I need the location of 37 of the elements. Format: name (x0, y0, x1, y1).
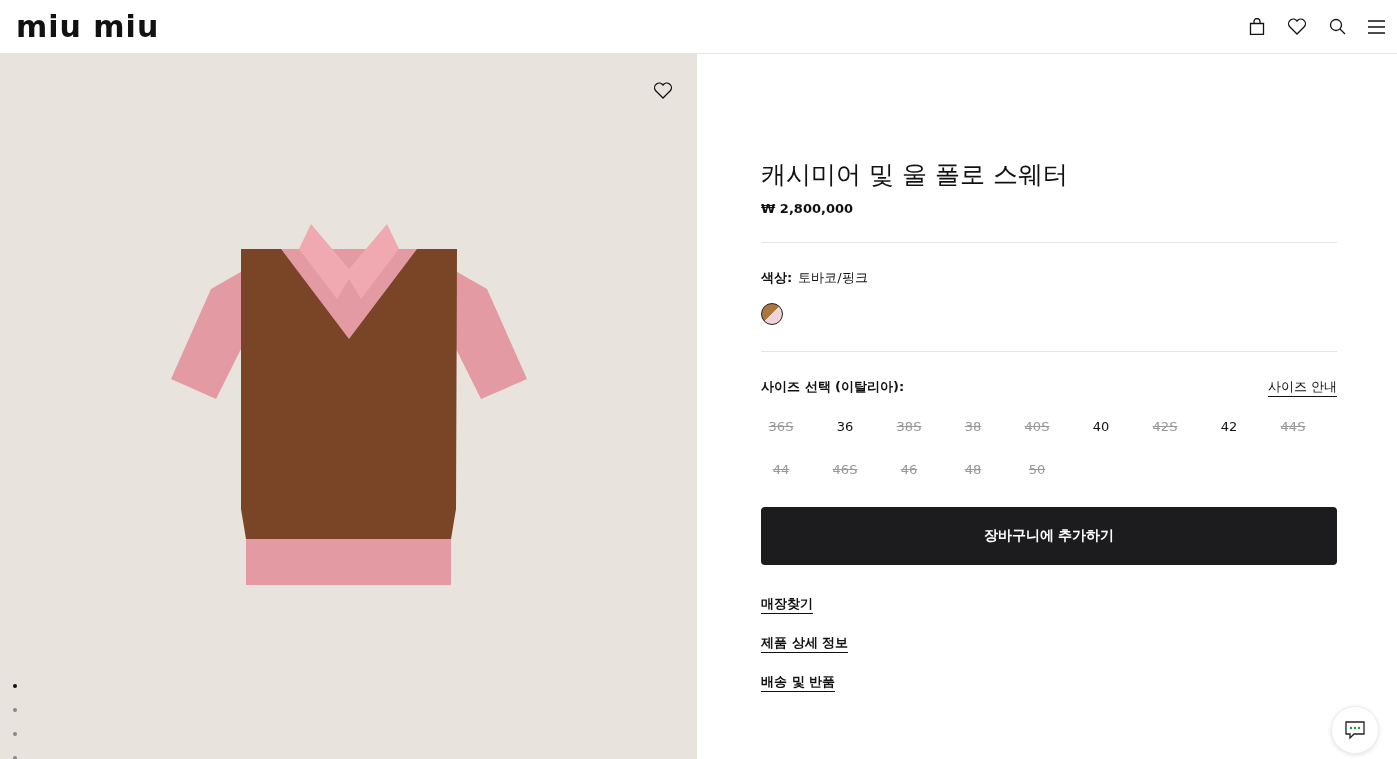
size-label: 사이즈 선택 (이탈리아): (761, 378, 905, 396)
size-option[interactable]: 48 (953, 458, 993, 481)
carousel-dot[interactable] (13, 756, 17, 759)
heart-icon[interactable] (1287, 18, 1307, 35)
color-label: 색상: (761, 269, 793, 287)
size-guide-link[interactable]: 사이즈 안내 (1267, 378, 1337, 397)
size-option[interactable]: 44 (761, 458, 801, 481)
product-title: 캐시미어 및 울 폴로 스웨터 (761, 159, 1069, 191)
size-option[interactable]: 50 (1017, 458, 1057, 481)
brand-logo[interactable]: miu miu (16, 11, 160, 42)
info-link[interactable]: 배송 및 반품 (761, 673, 836, 692)
shopping-bag-icon[interactable] (1249, 18, 1265, 35)
size-option[interactable]: 40 (1081, 415, 1121, 438)
size-option[interactable]: 36S (761, 415, 801, 438)
size-option[interactable]: 46S (825, 458, 865, 481)
color-swatch[interactable] (761, 303, 783, 325)
carousel-dot[interactable] (13, 732, 17, 736)
size-option[interactable]: 46 (889, 458, 929, 481)
carousel-dot[interactable] (13, 708, 17, 712)
color-value: 토바코/핑크 (798, 269, 868, 287)
carousel-dot[interactable] (13, 684, 17, 688)
chat-icon (1345, 720, 1365, 740)
product-price: ₩ 2,800,000 (761, 201, 855, 216)
info-link[interactable]: 매장찾기 (761, 595, 813, 614)
search-icon[interactable] (1329, 18, 1346, 35)
info-link[interactable]: 제품 상세 정보 (761, 634, 849, 653)
add-to-cart-button[interactable]: 장바구니에 추가하기 (761, 507, 1337, 565)
size-option[interactable]: 38 (953, 415, 993, 438)
size-option[interactable]: 36 (825, 415, 865, 438)
heart-icon[interactable] (653, 82, 673, 99)
chat-button[interactable] (1331, 706, 1379, 754)
menu-icon[interactable] (1368, 19, 1385, 34)
size-option[interactable]: 42 (1209, 415, 1249, 438)
size-option[interactable]: 42S (1145, 415, 1185, 438)
size-option[interactable]: 38S (889, 415, 929, 438)
size-option[interactable]: 44S (1273, 415, 1313, 438)
size-option[interactable]: 40S (1017, 415, 1057, 438)
